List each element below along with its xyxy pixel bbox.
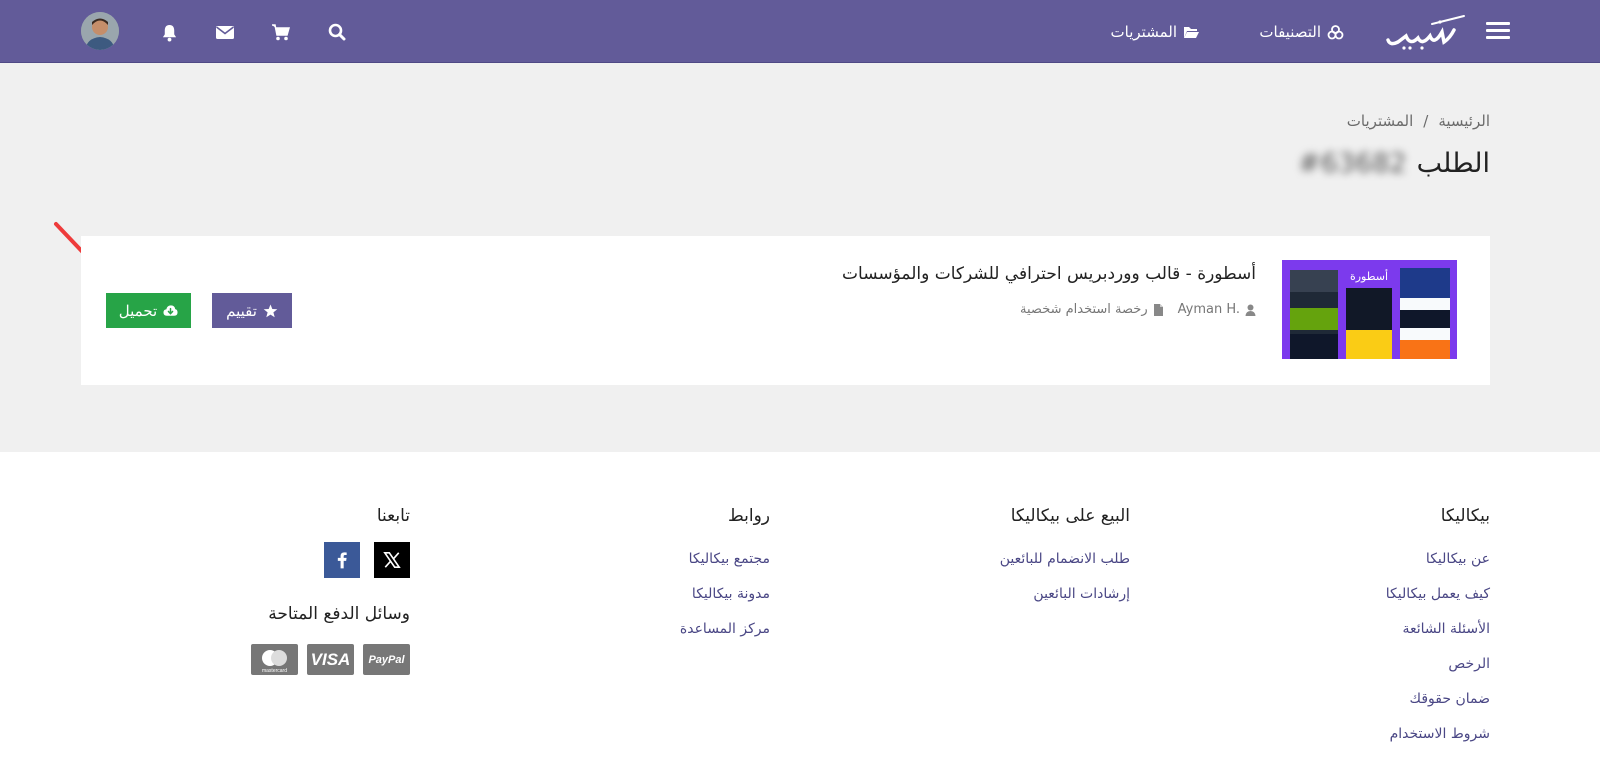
nav-categories-label: التصنيفات xyxy=(1259,23,1321,41)
x-twitter-icon[interactable] xyxy=(374,542,410,578)
payment-methods: PayPal VISA mastercard xyxy=(250,644,410,675)
footer-col-title: روابط xyxy=(727,506,770,526)
footer-link-faq[interactable]: الأسئلة الشائعة xyxy=(1386,612,1491,647)
product-title[interactable]: أسطورة - قالب ووردبريس احترافي للشركات و… xyxy=(842,264,1256,284)
facebook-icon[interactable] xyxy=(324,542,360,578)
license-type: رخصة استخدام شخصية xyxy=(1020,302,1148,317)
user-icon xyxy=(1245,304,1256,316)
download-label: تحميل xyxy=(118,302,158,320)
folder-open-icon xyxy=(1184,26,1199,38)
thumbnail-label: أسطورة xyxy=(1350,269,1388,283)
top-navbar: التصنيفات المشتريات xyxy=(0,0,1600,63)
footer: بيكاليكا عن بيكاليكا كيف يعمل بيكاليكا ا… xyxy=(0,452,1600,769)
site-logo[interactable] xyxy=(1384,12,1466,50)
order-number: #63682 xyxy=(1298,148,1407,179)
rate-button[interactable]: تقييم xyxy=(212,293,292,328)
file-icon xyxy=(1153,303,1163,316)
menu-icon[interactable] xyxy=(1486,22,1510,40)
cloud-download-icon xyxy=(163,304,178,316)
breadcrumb-separator: / xyxy=(1423,112,1429,130)
download-button[interactable]: تحميل xyxy=(106,293,191,328)
bell-icon[interactable] xyxy=(158,21,180,43)
page-title: الطلب #63682 xyxy=(1298,148,1490,179)
footer-link-about[interactable]: عن بيكاليكا xyxy=(1386,542,1490,577)
avatar[interactable] xyxy=(81,12,119,50)
footer-col-title: تابعنا xyxy=(376,506,410,526)
cart-icon[interactable] xyxy=(270,21,292,43)
footer-col-about: بيكاليكا عن بيكاليكا كيف يعمل بيكاليكا ا… xyxy=(1386,506,1490,752)
footer-col-selling: البيع على بيكاليكا طلب الانضمام للبائعين… xyxy=(1000,506,1130,612)
footer-link-blog[interactable]: مدونة بيكاليكا xyxy=(680,577,770,612)
footer-col-title: البيع على بيكاليكا xyxy=(1010,506,1130,526)
paypal-icon: PayPal xyxy=(363,644,410,675)
star-icon xyxy=(263,304,278,317)
seller-name[interactable]: Ayman H. xyxy=(1178,302,1240,317)
mastercard-wordmark: mastercard xyxy=(262,668,287,674)
footer-link-licenses[interactable]: الرخص xyxy=(1386,647,1490,682)
mail-icon[interactable] xyxy=(214,21,236,43)
footer-col-links: روابط مجتمع بيكاليكا مدونة بيكاليكا مركز… xyxy=(680,506,770,647)
order-item-card: أسطورة أسطورة - قالب ووردبريس احترافي لل… xyxy=(81,236,1490,385)
footer-link-join-sellers[interactable]: طلب الانضمام للبائعين xyxy=(1000,542,1130,577)
breadcrumb: الرئيسية / المشتريات xyxy=(1347,112,1490,130)
product-meta: Ayman H. رخصة استخدام شخصية xyxy=(1020,302,1256,317)
seller-info: Ayman H. xyxy=(1178,302,1256,317)
breadcrumb-home[interactable]: الرئيسية xyxy=(1438,112,1490,130)
footer-col-follow: تابعنا وسائل الدفع المتاحة PayPal VISA m… xyxy=(250,506,410,675)
footer-link-terms[interactable]: شروط الاستخدام xyxy=(1386,717,1490,752)
nav-purchases[interactable]: المشتريات xyxy=(1111,20,1200,44)
footer-link-seller-guidelines[interactable]: إرشادات البائعين xyxy=(1000,577,1130,612)
footer-link-help-center[interactable]: مركز المساعدة xyxy=(680,612,770,647)
payments-title: وسائل الدفع المتاحة xyxy=(268,604,410,624)
footer-link-community[interactable]: مجتمع بيكاليكا xyxy=(680,542,770,577)
product-thumbnail[interactable]: أسطورة xyxy=(1282,260,1457,359)
rate-label: تقييم xyxy=(226,302,257,320)
categories-icon xyxy=(1327,24,1344,39)
footer-link-how-it-works[interactable]: كيف يعمل بيكاليكا xyxy=(1386,577,1490,612)
page-title-word: الطلب xyxy=(1416,148,1490,179)
footer-col-title: بيكاليكا xyxy=(1440,506,1490,526)
search-icon[interactable] xyxy=(326,21,348,43)
breadcrumb-current[interactable]: المشتريات xyxy=(1347,112,1413,130)
license-info: رخصة استخدام شخصية xyxy=(1020,302,1164,317)
footer-link-guarantee[interactable]: ضمان حقوقك xyxy=(1386,682,1490,717)
nav-categories[interactable]: التصنيفات xyxy=(1259,20,1344,44)
mastercard-icon: mastercard xyxy=(251,644,298,675)
visa-icon: VISA xyxy=(307,644,354,675)
social-links xyxy=(250,542,410,578)
nav-purchases-label: المشتريات xyxy=(1110,23,1177,41)
